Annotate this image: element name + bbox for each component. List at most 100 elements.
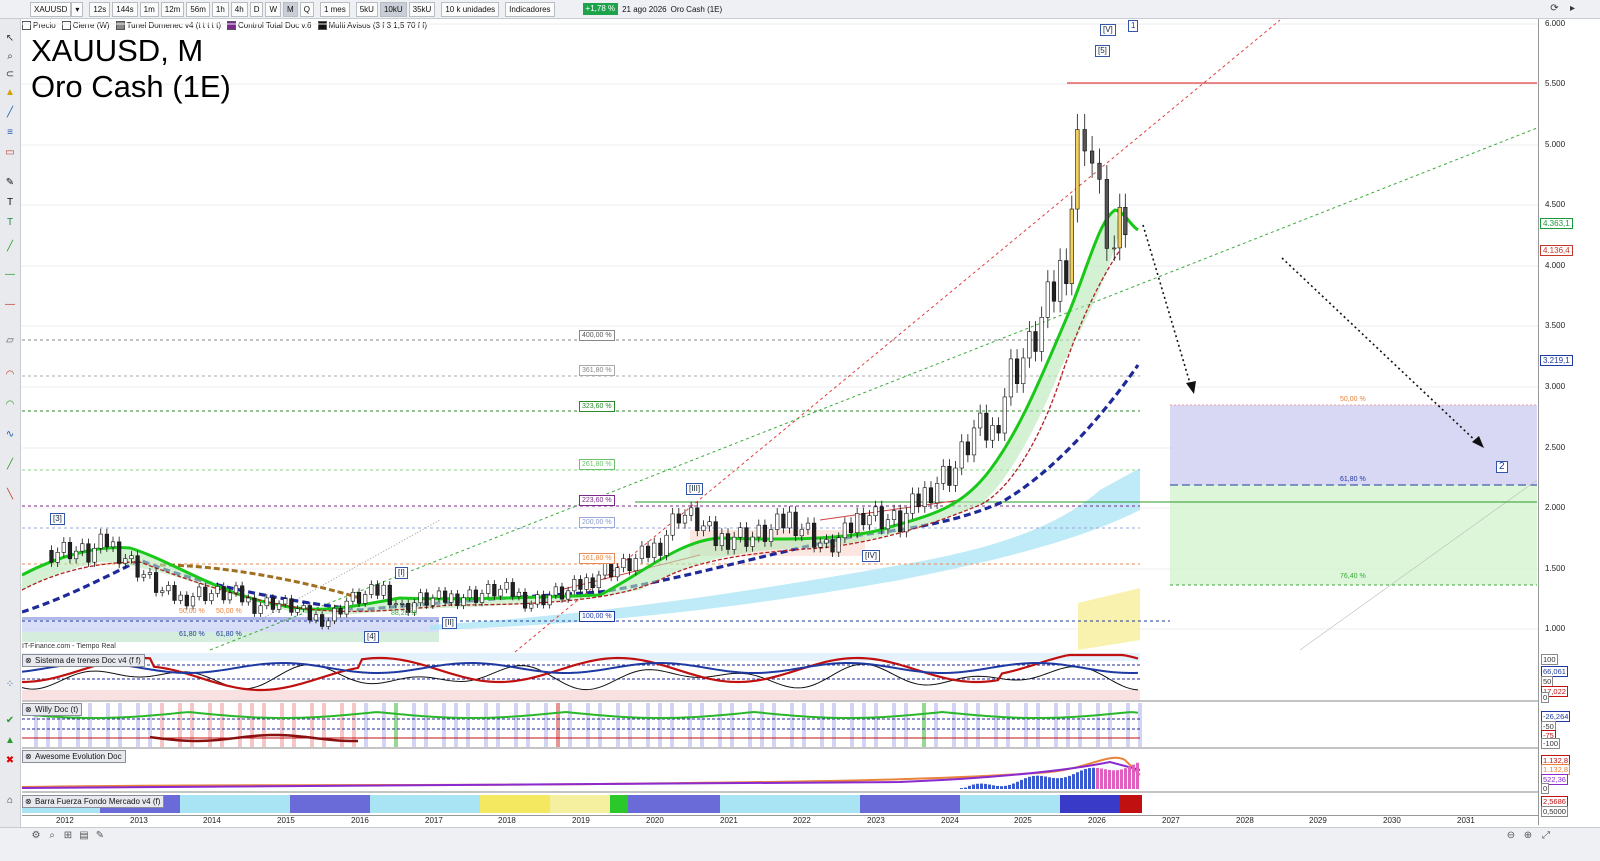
candle-body[interactable] — [252, 597, 257, 614]
candle-body[interactable] — [240, 585, 245, 603]
candle-body[interactable] — [713, 521, 718, 546]
more-icon[interactable]: ▸ — [1566, 2, 1579, 15]
candle-body[interactable] — [510, 582, 515, 597]
candle-body[interactable] — [898, 510, 903, 533]
wave-label[interactable]: [5] — [1095, 45, 1110, 57]
candle-body[interactable] — [276, 603, 282, 610]
zoom-in-icon[interactable]: ⊕ — [1522, 830, 1534, 842]
candle-body[interactable] — [1064, 260, 1069, 284]
check-icon[interactable]: ✔ — [4, 715, 16, 727]
candle-body[interactable] — [153, 572, 159, 593]
candle-body[interactable] — [566, 590, 571, 600]
candle-body[interactable] — [836, 537, 841, 553]
pane-label-willy[interactable]: ⊗ Willy Doc (t) — [22, 703, 83, 716]
tf-4h[interactable]: 4h — [230, 1, 248, 17]
tf-1m[interactable]: 1m — [139, 1, 159, 17]
candle-body[interactable] — [885, 519, 891, 530]
candle-body[interactable] — [947, 465, 952, 486]
candle-body[interactable] — [787, 511, 792, 529]
candle-body[interactable] — [363, 594, 368, 604]
candle-body[interactable] — [1104, 179, 1109, 249]
candle-body[interactable] — [695, 507, 700, 532]
wave-label[interactable]: 1 — [1128, 20, 1139, 32]
candle-body[interactable] — [535, 594, 540, 605]
candle-body[interactable] — [658, 542, 663, 556]
candle-body[interactable] — [824, 539, 829, 544]
candle-body[interactable] — [1045, 281, 1050, 318]
candle-body[interactable] — [350, 592, 355, 602]
wave-label[interactable]: [III] — [686, 483, 704, 495]
candle-body[interactable] — [701, 525, 706, 532]
candle-body[interactable] — [965, 441, 970, 456]
wave-label[interactable]: 2 — [1496, 461, 1508, 473]
candle-body[interactable] — [590, 577, 595, 589]
fib-icon[interactable]: ◠ — [4, 369, 16, 381]
candle-body[interactable] — [578, 579, 583, 590]
candle-body[interactable] — [178, 594, 183, 601]
tf-m[interactable]: M — [283, 1, 298, 17]
wave-label[interactable]: [4] — [364, 631, 379, 643]
candle-body[interactable] — [320, 614, 325, 627]
text-icon[interactable]: T — [4, 197, 16, 209]
channel-icon[interactable]: ≡ — [4, 127, 16, 139]
candle-body[interactable] — [467, 589, 472, 599]
candle-body[interactable] — [922, 487, 927, 508]
candle-body[interactable] — [86, 543, 91, 563]
candle-body[interactable] — [1123, 206, 1128, 236]
tf-12m[interactable]: 12m — [160, 1, 185, 17]
candle-body[interactable] — [147, 572, 153, 575]
candle-body[interactable] — [61, 542, 66, 553]
candle-body[interactable] — [1021, 357, 1026, 384]
candle-body[interactable] — [479, 593, 485, 603]
candle-body[interactable] — [768, 529, 774, 542]
candle-body[interactable] — [830, 539, 835, 553]
candle-body[interactable] — [270, 597, 276, 610]
candle-body[interactable] — [92, 548, 97, 563]
candle-body[interactable] — [953, 467, 958, 486]
refresh-icon[interactable]: ⟳ — [1548, 2, 1561, 15]
unit-5ku[interactable]: 5kU — [355, 1, 378, 17]
candle-body[interactable] — [381, 584, 386, 596]
candle-body[interactable] — [332, 608, 337, 622]
candle-body[interactable] — [356, 592, 362, 604]
tf-56m[interactable]: 56m — [186, 1, 210, 17]
tf-d[interactable]: D — [249, 1, 264, 17]
candle-body[interactable] — [289, 598, 294, 613]
candle-body[interactable] — [522, 591, 528, 609]
candle-body[interactable] — [572, 579, 577, 592]
delete-icon[interactable]: ✖ — [4, 755, 16, 767]
close-icon[interactable]: ⊗ — [25, 751, 32, 762]
candle-body[interactable] — [615, 567, 620, 578]
candle-body[interactable] — [166, 585, 171, 592]
candle-body[interactable] — [916, 493, 921, 508]
candle-body[interactable] — [990, 425, 995, 441]
candle-body[interactable] — [1097, 162, 1102, 180]
alert-icon[interactable]: ▲ — [4, 87, 16, 99]
candle-body[interactable] — [873, 506, 878, 516]
candle-body[interactable] — [215, 586, 220, 594]
candle-body[interactable] — [1069, 208, 1074, 284]
wave-label[interactable]: [IV] — [862, 550, 881, 562]
candle-body[interactable] — [338, 608, 343, 615]
candle-body[interactable] — [1027, 331, 1032, 359]
candle-body[interactable] — [1008, 358, 1014, 398]
zoom-out-icon[interactable]: ⊖ — [1505, 830, 1517, 842]
chevron-down-icon[interactable]: ▾ — [71, 1, 84, 17]
candle-body[interactable] — [418, 592, 423, 604]
candle-body[interactable] — [978, 412, 983, 429]
candle-body[interactable] — [74, 550, 79, 560]
candle-body[interactable] — [738, 527, 743, 538]
candle-body[interactable] — [233, 585, 239, 594]
candle-body[interactable] — [455, 593, 460, 606]
pane-label-awesome[interactable]: ⊗ Awesome Evolution Doc — [22, 750, 126, 763]
hline-icon[interactable]: — — [4, 269, 16, 281]
candle-body[interactable] — [449, 593, 454, 603]
candle-body[interactable] — [190, 596, 196, 607]
arrow-up-icon[interactable]: ╱ — [4, 459, 16, 471]
candle-body[interactable] — [516, 591, 522, 597]
candle-body[interactable] — [104, 533, 109, 548]
candle-body[interactable] — [639, 545, 645, 559]
candle-body[interactable] — [387, 584, 392, 606]
fibo-label-200[interactable]: 200,00 % — [579, 517, 615, 528]
candle-body[interactable] — [436, 590, 442, 599]
